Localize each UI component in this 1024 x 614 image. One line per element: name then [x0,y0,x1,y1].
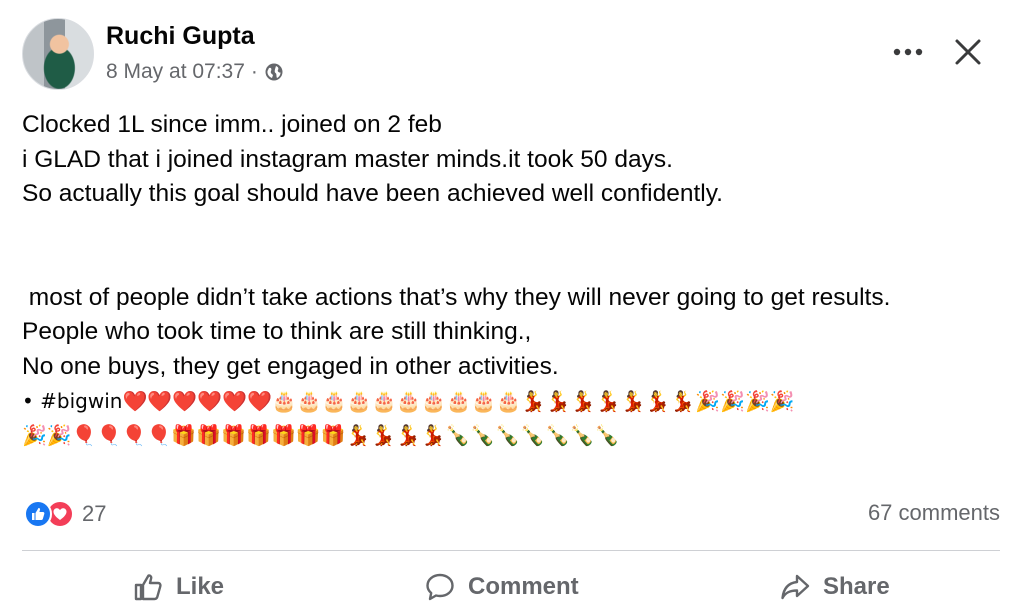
reactions-summary[interactable]: 27 [24,498,106,530]
share-button[interactable]: Share [779,560,890,614]
meta-separator: · [250,60,258,83]
avatar[interactable] [22,18,94,90]
post-line: People who took time to think are still … [22,318,532,345]
action-bar: Like Comment Share [22,560,1000,614]
post-body: Clocked 1L since imm.. joined on 2 feb i… [22,108,1012,452]
hashtag-line[interactable]: • #bigwin❤️❤️❤️❤️❤️❤️🎂🎂🎂🎂🎂🎂🎂🎂🎂🎂💃💃💃💃💃💃💃🎉🎉… [22,384,1012,418]
more-icon [893,48,923,56]
more-options-button[interactable] [888,38,928,66]
post-line: So actually this goal should have been a… [22,180,723,207]
author-name[interactable]: Ruchi Gupta [106,22,255,51]
comments-count-link[interactable]: 67 comments [868,500,1000,526]
post-header: Ruchi Gupta 8 May at 07:37 · [22,18,1002,90]
thumbs-up-icon [134,574,162,601]
comment-icon [426,573,454,601]
post-line: No one buys, they get engaged in other a… [22,352,559,380]
reaction-count[interactable]: 27 [82,501,106,527]
post-meta: 8 May at 07:37 · [106,60,284,84]
timestamp[interactable]: 8 May at 07:37 [106,60,245,84]
comment-label: Comment [468,573,579,600]
emoji-line: 🎉🎉🎈🎈🎈🎈🎁🎁🎁🎁🎁🎁🎁💃💃💃💃🍾🍾🍾🍾🍾🍾🍾 [22,423,620,447]
post-line: i GLAD that i joined instagram master mi… [22,145,673,173]
close-icon [955,39,981,65]
close-button[interactable] [948,32,988,72]
share-label: Share [823,573,890,600]
post-line: Clocked 1L since imm.. joined on 2 feb [22,111,442,138]
like-button[interactable]: Like [132,560,224,614]
comment-button[interactable]: Comment [424,560,579,614]
post-line: most of people didn’t take actions that’… [22,283,891,311]
share-icon [781,574,810,600]
globe-icon [265,63,283,81]
like-label: Like [176,573,225,600]
like-reaction-icon [24,500,52,528]
divider [22,550,1000,551]
